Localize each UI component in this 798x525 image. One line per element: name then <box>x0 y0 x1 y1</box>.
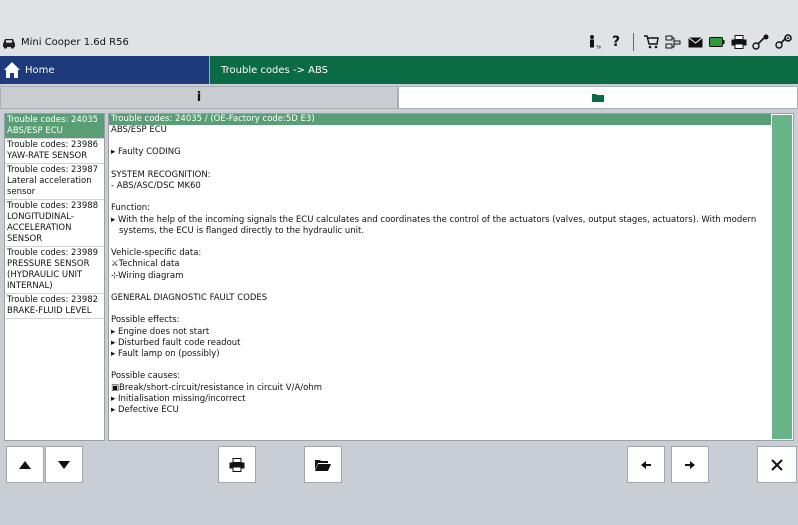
svg-text:TM: TM <box>595 45 601 50</box>
person-tm-icon[interactable]: TM <box>585 33 603 51</box>
printer-icon[interactable] <box>730 33 748 51</box>
arrow-down-icon <box>58 460 70 469</box>
bullet-icon: ▸ <box>111 147 118 158</box>
network-icon[interactable] <box>664 33 682 51</box>
system-recognition-value: - ABS/ASC/DSC MK60 <box>111 180 201 191</box>
tab-info[interactable]: i <box>0 86 398 109</box>
bullet-icon: ▸ <box>111 393 118 404</box>
vehicle-data-label: Vehicle-specific data: <box>111 248 202 259</box>
open-folder-button[interactable] <box>304 446 342 483</box>
toolbar: TM ? <box>585 32 798 52</box>
mail-icon[interactable] <box>686 33 704 51</box>
effect-item: ▸ Disturbed fault code readout <box>111 337 241 348</box>
bullet-icon: ▸ <box>111 404 118 415</box>
cause-item[interactable]: ▣Break/short-circuit/resistance in circu… <box>111 383 769 394</box>
content-body: ABS/ESP ECU ▸ Faulty CODING SYSTEM RECOG… <box>109 125 771 416</box>
technical-data-icon: ⚔ <box>111 259 119 270</box>
vehicle-name: Mini Cooper 1.6d R56 <box>21 37 129 48</box>
content-title: ABS/ESP ECU <box>111 125 167 135</box>
top-bar: Mini Cooper 1.6d R56 TM ? <box>0 0 798 56</box>
function-text: ▸ With the help of the incoming signals … <box>111 214 757 236</box>
cart-icon[interactable] <box>642 33 660 51</box>
list-item-code: Trouble codes: 23986 <box>7 140 99 150</box>
trouble-code-list: Trouble codes: 24035 ABS/ESP ECU Trouble… <box>4 113 105 441</box>
close-button[interactable] <box>757 446 797 483</box>
arrow-right-icon <box>685 460 695 469</box>
scrollbar[interactable] <box>772 115 792 439</box>
content-panel: Trouble codes: 24035 / (OE-Factory code:… <box>108 113 794 441</box>
cause-item: ▸ Initialisation missing/incorrect <box>111 393 246 404</box>
list-item[interactable]: Trouble codes: 24035 ABS/ESP ECU <box>5 114 104 139</box>
cause-item: ▸ Defective ECU <box>111 404 179 415</box>
folder-icon <box>592 94 604 102</box>
home-label: Home <box>25 64 55 76</box>
list-item-code: Trouble codes: 23988 <box>7 201 99 211</box>
scroll-down-button[interactable] <box>45 446 83 483</box>
list-item[interactable]: Trouble codes: 23982 BRAKE-FLUID LEVEL <box>5 294 104 319</box>
close-icon <box>771 458 783 471</box>
info-icon: i <box>196 90 202 105</box>
list-item-code: Trouble codes: 24035 <box>7 115 99 125</box>
arrow-left-icon <box>641 460 651 469</box>
bullet-icon: ▸ <box>111 337 118 348</box>
bullet-icon: ▸ <box>111 214 118 225</box>
car-icon <box>3 39 15 49</box>
key-settings-icon[interactable] <box>774 33 792 51</box>
list-item[interactable]: Trouble codes: 23989 PRESSURE SENSOR (HY… <box>5 247 104 294</box>
home-icon <box>4 62 20 78</box>
list-item[interactable]: Trouble codes: 23988 LONGITUDINAL-ACCELE… <box>5 200 104 247</box>
effects-label: Possible effects: <box>111 315 180 326</box>
list-item[interactable]: Trouble codes: 23986 YAW-RATE SENSOR <box>5 139 104 164</box>
arrow-up-icon <box>19 460 31 469</box>
bullet-icon: ▸ <box>111 326 118 337</box>
bullet-icon: ▸ <box>111 348 118 359</box>
tab-folder[interactable] <box>398 86 798 109</box>
list-item-name: ABS/ESP ECU <box>7 126 63 136</box>
function-label: Function: <box>111 203 151 214</box>
list-item[interactable]: Trouble codes: 23987 Lateral acceleratio… <box>5 164 104 200</box>
list-item-name: LONGITUDINAL-ACCELERATION SENSOR <box>7 212 74 244</box>
list-item-name: PRESSURE SENSOR (HYDRAULIC UNIT INTERNAL… <box>7 259 90 291</box>
list-item-code: Trouble codes: 23982 <box>7 295 99 305</box>
effect-item: ▸ Engine does not start <box>111 326 210 337</box>
print-button[interactable] <box>218 446 256 483</box>
next-button[interactable] <box>671 446 709 483</box>
help-icon[interactable]: ? <box>607 33 625 51</box>
key-wrench-icon[interactable] <box>752 33 770 51</box>
list-item-name: YAW-RATE SENSOR <box>7 151 88 161</box>
list-item-code: Trouble codes: 23987 <box>7 165 99 175</box>
wiring-diagram-link[interactable]: ⊹Wiring diagram <box>111 271 769 282</box>
general-codes-heading: GENERAL DIAGNOSTIC FAULT CODES <box>111 292 268 303</box>
fault-line: ▸ Faulty CODING <box>111 147 181 158</box>
printer-icon <box>229 457 245 472</box>
list-item-name: BRAKE-FLUID LEVEL <box>7 306 92 316</box>
battery-icon[interactable] <box>708 33 726 51</box>
causes-label: Possible causes: <box>111 371 181 382</box>
content-header: Trouble codes: 24035 / (OE-Factory code:… <box>109 114 771 125</box>
breadcrumb-text: Trouble codes -> ABS <box>221 64 328 76</box>
breadcrumb: Trouble codes -> ABS <box>209 56 798 84</box>
system-recognition-label: SYSTEM RECOGNITION: <box>111 169 211 180</box>
previous-button[interactable] <box>627 446 665 483</box>
scroll-up-button[interactable] <box>6 446 44 483</box>
list-item-name: Lateral acceleration sensor <box>7 176 92 197</box>
folder-open-icon <box>315 459 331 471</box>
toolbar-divider <box>633 33 634 51</box>
circuit-icon: ▣ <box>111 382 120 393</box>
list-item-code: Trouble codes: 23989 <box>7 248 99 258</box>
technical-data-link[interactable]: ⚔Technical data <box>111 259 769 270</box>
home-button[interactable]: Home <box>0 56 209 84</box>
effect-item: ▸ Fault lamp on (possibly) <box>111 348 220 359</box>
